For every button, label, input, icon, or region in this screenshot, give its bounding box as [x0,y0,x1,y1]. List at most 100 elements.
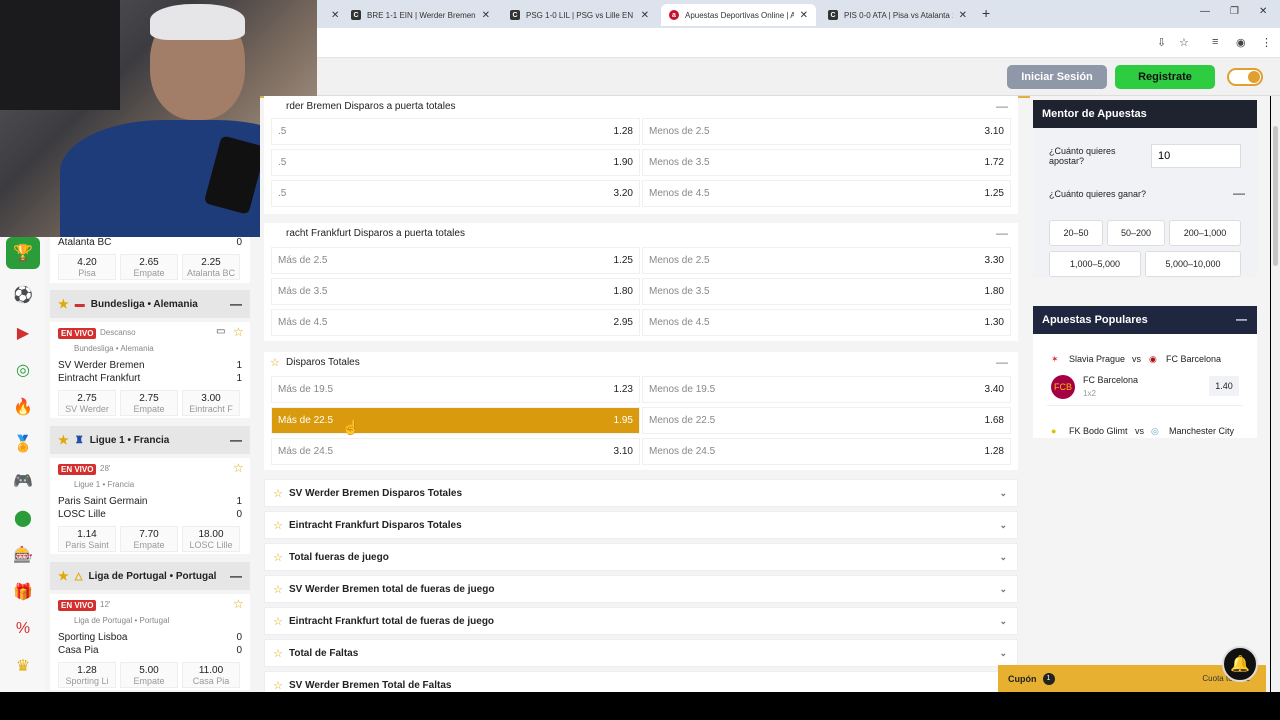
star-icon[interactable]: ☆ [273,679,283,692]
odd-button[interactable]: 2.75 Empate [120,390,178,416]
popular-match[interactable]: ✶ Slavia Prague vs ◉ FC Barcelona [1033,354,1257,368]
soccer-ball-icon[interactable]: ⚽ [6,279,40,311]
odd-row[interactable]: .5 1.28 [271,118,640,145]
odd-button[interactable]: 1.28 Sporting Li [58,662,116,688]
restore-icon[interactable]: ❐ [1230,6,1239,17]
close-icon[interactable]: ✕ [331,10,339,21]
register-button[interactable]: Registrate [1115,65,1215,89]
odd-row[interactable]: Menos de 2.5 3.10 [642,118,1011,145]
casino-chip-icon[interactable]: ⬤ [6,502,40,534]
collapse-icon[interactable]: — [996,99,1008,113]
slots-icon[interactable]: 🎰 [6,539,40,571]
tv-icon[interactable]: ▭ [216,326,225,337]
match-card[interactable]: EN VIVO 12' ☆ Liga de Portugal • Portuga… [50,594,250,690]
star-icon[interactable]: ☆ [273,615,283,628]
tab-psg[interactable]: C PSG 1-0 LIL | PSG vs Lille EN VIVO ✕ [502,4,657,26]
market-collapsed[interactable]: ☆ SV Werder Bremen total de fueras de jue… [264,575,1018,603]
odd-row[interactable]: .5 1.90 [271,149,640,176]
match-card[interactable]: EN VIVO 28' ☆ Ligue 1 • Francia Paris Sa… [50,458,250,554]
close-icon[interactable]: ✕ [641,10,649,21]
odd-row[interactable]: Más de 2.5 1.25 [271,247,640,274]
close-icon[interactable]: ✕ [482,10,490,21]
odd-row[interactable]: Menos de 4.5 1.30 [642,309,1011,336]
close-window-icon[interactable]: ✕ [1259,6,1267,17]
league-header-portugal[interactable]: ★ △ Liga de Portugal • Portugal — [50,562,250,590]
tab-close-partial[interactable]: ✕ [317,4,342,26]
star-icon[interactable]: ☆ [233,597,244,611]
market-header[interactable]: rder Bremen Disparos a puerta totales — [264,96,1018,116]
minimize-icon[interactable]: — [1200,6,1210,17]
popular-match[interactable]: ● FK Bodo Glimt vs ◎ Manchester City [1033,426,1257,440]
market-collapsed[interactable]: ☆ Total de Faltas ⌄ [264,639,1018,667]
tab-werder[interactable]: C BRE 1-1 EIN | Werder Bremen vs ✕ [343,4,498,26]
esports-icon[interactable]: 🎮 [6,465,40,497]
collapse-icon[interactable]: — [1236,314,1247,326]
market-collapsed[interactable]: ☆ Eintracht Frankfurt total de fueras de … [264,607,1018,635]
range-button[interactable]: 200–1,000 [1169,220,1241,246]
chevron-down-icon[interactable]: ⌄ [999,648,1007,659]
odd-button[interactable]: 18.00 LOSC Lille [182,526,240,552]
collapse-icon[interactable]: — [230,297,242,311]
star-icon[interactable]: ☆ [273,583,283,596]
chevron-down-icon[interactable]: ⌄ [999,488,1007,499]
match-card[interactable]: Atalanta BC 0 4.20 Pisa 2.65 Empate 2.25 At… [50,237,250,283]
odd-row[interactable]: Más de 3.5 1.80 [271,278,640,305]
popular-pick[interactable]: FCB FC Barcelona 1x2 1.40 [1047,374,1243,406]
odd-button[interactable]: 11.00 Casa Pia [182,662,240,688]
odd-button[interactable]: 2.65 Empate [120,254,178,280]
star-icon[interactable]: ☆ [273,487,283,500]
trophy-icon[interactable]: 🏆 [6,237,40,269]
odd-row[interactable]: .5 3.20 [271,180,640,207]
odd-row[interactable]: Más de 24.5 3.10 [271,438,640,465]
tab-pisa[interactable]: C PIS 0-0 ATA | Pisa vs Atalanta 16 ✕ [820,4,975,26]
chevron-down-icon[interactable]: ⌄ [999,616,1007,627]
collapse-icon[interactable]: — [996,355,1008,369]
login-button[interactable]: Iniciar Sesión [1007,65,1107,89]
odd-row[interactable]: Menos de 24.5 1.28 [642,438,1011,465]
live-play-icon[interactable]: ▶ [6,317,40,349]
market-header[interactable]: ☆ Disparos Totales — [264,352,1018,372]
page-scrollbar[interactable] [1271,96,1280,692]
close-icon[interactable]: ✕ [800,10,808,21]
range-button[interactable]: 20–50 [1049,220,1103,246]
tab-apuestas[interactable]: a Apuestas Deportivas Online | Apuestas … [661,4,816,26]
bookmark-star-icon[interactable]: ☆ [1179,36,1189,49]
notification-bell-icon[interactable]: 🔔 [1222,646,1258,682]
odd-button[interactable]: 4.20 Pisa [58,254,116,280]
target-icon[interactable]: ◎ [6,354,40,386]
theme-toggle[interactable] [1227,68,1263,86]
chevron-down-icon[interactable]: ⌄ [999,584,1007,595]
range-button[interactable]: 5,000–10,000 [1145,251,1241,277]
new-tab-icon[interactable]: + [982,5,990,21]
odd-row[interactable]: Menos de 4.5 1.25 [642,180,1011,207]
star-icon[interactable]: ☆ [233,325,244,339]
odd-row[interactable]: Menos de 2.5 3.30 [642,247,1011,274]
odd-row-selected[interactable]: Más de 22.5 1.95 [271,407,640,434]
profile-icon[interactable]: ◉ [1236,36,1246,49]
odd-button[interactable]: 1.40 [1209,376,1239,396]
odd-row[interactable]: Menos de 22.5 1.68 [642,407,1011,434]
market-collapsed[interactable]: ☆ Eintracht Frankfurt Disparos Totales ⌄ [264,511,1018,539]
close-icon[interactable]: ✕ [959,10,967,21]
odd-row[interactable]: Menos de 3.5 1.80 [642,278,1011,305]
collapse-icon[interactable]: — [230,433,242,447]
install-icon[interactable]: ⇩ [1157,36,1166,49]
odd-button[interactable]: 3.00 Eintracht F [182,390,240,416]
odd-row[interactable]: Menos de 19.5 3.40 [642,376,1011,403]
chevron-down-icon[interactable]: ⌄ [999,520,1007,531]
vip-icon[interactable]: ♛ [6,650,40,682]
star-icon[interactable]: ☆ [233,461,244,475]
odd-row[interactable]: Más de 4.5 2.95 [271,309,640,336]
star-icon[interactable]: ★ [58,433,69,447]
more-menu-icon[interactable]: ⋮ [1261,36,1272,49]
star-icon[interactable]: ☆ [273,551,283,564]
star-icon[interactable]: ☆ [270,356,280,369]
percent-icon[interactable]: % [6,613,40,645]
star-icon[interactable]: ★ [58,297,69,311]
popular-header[interactable]: Apuestas Populares — [1033,306,1257,334]
odd-button[interactable]: 5.00 Empate [120,662,178,688]
promo-icon[interactable]: 🎁 [6,576,40,608]
odd-row[interactable]: Más de 19.5 1.23 [271,376,640,403]
range-button[interactable]: 1,000–5,000 [1049,251,1141,277]
market-collapsed[interactable]: ☆ Total fueras de juego ⌄ [264,543,1018,571]
